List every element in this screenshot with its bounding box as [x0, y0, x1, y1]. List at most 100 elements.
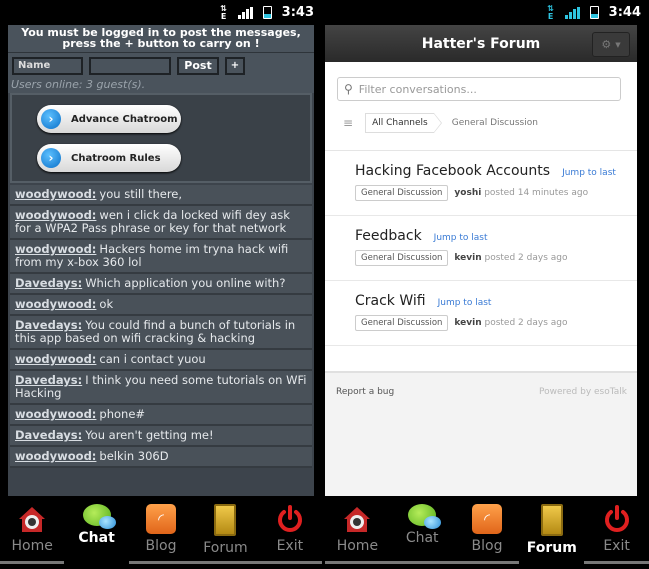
message-author[interactable]: woodywood:	[15, 187, 96, 201]
tab-home[interactable]: Home	[0, 498, 65, 569]
battery-icon	[262, 6, 272, 19]
conversation-meta: yoshi posted 14 minutes ago	[454, 188, 588, 198]
chevron-right-icon: ›	[41, 148, 61, 168]
message-author[interactable]: woodywood:	[15, 242, 96, 256]
caret-down-icon: ▼	[615, 40, 621, 49]
channel-tag[interactable]: General Discussion	[355, 250, 449, 266]
conversation-title[interactable]: Crack Wifi	[355, 293, 426, 309]
channel-tag[interactable]: General Discussion	[355, 185, 449, 201]
poster-name[interactable]: kevin	[454, 253, 481, 263]
tab-forum[interactable]: Forum	[193, 498, 258, 569]
home-icon	[17, 504, 47, 534]
message-author[interactable]: Davedays:	[15, 276, 82, 290]
conversation-item[interactable]: Crack Wifi Jump to last General Discussi…	[325, 281, 637, 346]
power-icon	[602, 504, 632, 534]
tab-chat[interactable]: Chat	[389, 498, 455, 569]
tab-indicator	[193, 561, 258, 564]
tab-label: Exit	[603, 538, 630, 554]
tab-indicator	[257, 561, 322, 564]
tab-blog[interactable]: ◜ Blog	[454, 498, 520, 569]
post-form: Name Post +	[8, 53, 314, 77]
message-author[interactable]: woodywood:	[15, 208, 96, 222]
tab-indicator	[389, 561, 455, 564]
tab-label: Home	[336, 538, 379, 554]
conversation-title[interactable]: Hacking Facebook Accounts	[355, 163, 550, 179]
poster-name[interactable]: yoshi	[454, 188, 481, 198]
jump-to-last-link[interactable]: Jump to last	[562, 168, 616, 178]
poster-name[interactable]: kevin	[454, 318, 481, 328]
chat-screen: ⇅ E 3:43 You must be logged in to post th…	[0, 0, 322, 569]
battery-icon	[589, 6, 599, 19]
rss-icon: ◜	[146, 504, 177, 534]
message-item: woodywood: wen i click da locked wifi dey…	[10, 206, 312, 240]
tab-home[interactable]: Home	[325, 498, 390, 569]
conversation-item[interactable]: Hacking Facebook Accounts Jump to last G…	[325, 151, 637, 216]
tab-indicator	[325, 561, 390, 564]
chatroom-rules-label: Chatroom Rules	[71, 152, 161, 164]
signal-icon	[564, 6, 580, 19]
bottom-tab-bar: Home Chat ◜ Blog Forum Exit	[0, 496, 322, 569]
settings-menu-button[interactable]: ⚙ ▼	[592, 32, 630, 57]
message-author[interactable]: woodywood:	[15, 449, 96, 463]
message-text: Which application you online with?	[85, 276, 286, 290]
status-time: 3:44	[608, 5, 641, 20]
tab-forum[interactable]: Forum	[519, 498, 584, 569]
breadcrumb-all-channels[interactable]: All Channels	[365, 113, 442, 133]
message-input[interactable]	[89, 57, 171, 75]
breadcrumb-current-channel[interactable]: General Discussion	[452, 118, 538, 128]
chatroom: You must be logged in to post the messag…	[8, 25, 314, 496]
tab-exit[interactable]: Exit	[584, 498, 649, 569]
post-button[interactable]: Post	[177, 57, 219, 75]
tab-label: Forum	[526, 540, 577, 556]
chatroom-rules-button[interactable]: › Chatroom Rules	[37, 144, 181, 172]
message-item: woodywood: Hackers home im tryna hack wif…	[10, 240, 312, 274]
conversation-item[interactable]: Feedback Jump to last General Discussion…	[325, 216, 637, 281]
rss-icon: ◜	[471, 504, 502, 534]
gear-icon: ⚙	[601, 38, 612, 51]
tab-indicator	[128, 561, 194, 564]
jump-to-last-link[interactable]: Jump to last	[438, 298, 492, 308]
chat-menu: › Advance Chatroom › Chatroom Rules	[10, 93, 312, 183]
channel-tag[interactable]: General Discussion	[355, 315, 449, 331]
message-text: phone#	[99, 407, 146, 421]
forum-page: Hatter's Forum ⚙ ▼ ⚲ Filter conversations…	[325, 25, 637, 496]
forum-title: Hatter's Forum	[421, 35, 541, 52]
powered-by-link[interactable]: Powered by esoTalk	[539, 387, 627, 496]
report-bug-link[interactable]: Report a bug	[336, 387, 394, 496]
tab-label: Home	[11, 538, 53, 554]
message-author[interactable]: Davedays:	[15, 318, 82, 332]
tab-indicator	[454, 561, 520, 564]
tab-label: Chat	[405, 530, 439, 546]
status-bar: ⇅ E 3:44	[325, 0, 649, 25]
breadcrumb: ≡ All Channels General Discussion	[343, 113, 637, 133]
message-author[interactable]: woodywood:	[15, 407, 96, 421]
message-list[interactable]: woodywood: you still there, woodywood: wen…	[8, 185, 314, 468]
message-text: belkin 306D	[99, 449, 169, 463]
tab-label: Exit	[276, 538, 304, 554]
tab-label: Blog	[145, 538, 177, 554]
conversation-title[interactable]: Feedback	[355, 228, 422, 244]
name-input[interactable]: Name	[12, 57, 83, 75]
tab-indicator	[584, 561, 649, 564]
login-plus-button[interactable]: +	[225, 57, 245, 75]
edge-network-icon: ⇅ E	[547, 3, 554, 21]
forum-screen: ⇅ E 3:44 Hatter's Forum ⚙ ▼ ⚲ Filter conve…	[325, 0, 649, 569]
power-icon	[275, 504, 305, 534]
message-author[interactable]: Davedays:	[15, 428, 82, 442]
message-author[interactable]: Davedays:	[15, 373, 82, 387]
post-time: posted 2 days ago	[484, 318, 568, 328]
menu-icon[interactable]: ≡	[343, 116, 353, 130]
filter-conversations-input[interactable]: ⚲ Filter conversations...	[337, 77, 621, 101]
tab-exit[interactable]: Exit	[257, 498, 322, 569]
message-item: woodywood: phone#	[10, 405, 312, 426]
edge-network-icon: ⇅ E	[220, 3, 227, 21]
tab-blog[interactable]: ◜ Blog	[128, 498, 194, 569]
advance-chatroom-button[interactable]: › Advance Chatroom	[37, 105, 181, 133]
forum-door-icon	[214, 504, 237, 536]
signal-icon	[237, 6, 253, 19]
tab-label: Blog	[471, 538, 503, 554]
message-author[interactable]: woodywood:	[15, 297, 96, 311]
message-author[interactable]: woodywood:	[15, 352, 96, 366]
tab-chat[interactable]: Chat	[64, 498, 128, 569]
jump-to-last-link[interactable]: Jump to last	[434, 233, 488, 243]
